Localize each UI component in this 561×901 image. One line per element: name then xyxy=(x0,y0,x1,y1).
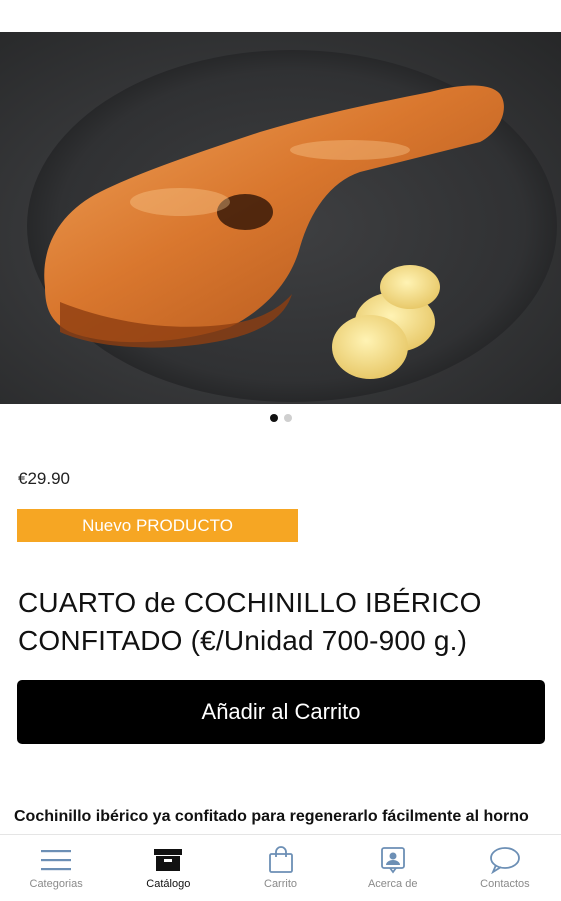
product-description: Cochinillo ibérico ya confitado para reg… xyxy=(14,808,529,825)
product-image[interactable] xyxy=(0,32,561,404)
new-product-badge: Nuevo PRODUCTO xyxy=(17,509,298,542)
chat-bubble-icon xyxy=(488,845,522,875)
add-to-cart-button[interactable]: Añadir al Carrito xyxy=(17,680,545,744)
tab-acerca-de[interactable]: Acerca de xyxy=(337,835,449,901)
product-price: €29.90 xyxy=(18,469,70,488)
tab-label: Carrito xyxy=(264,878,298,890)
tab-contactos[interactable]: Contactos xyxy=(449,835,561,901)
product-title-line: CONFITADO (€/Unidad 700-900 g.) xyxy=(18,625,468,656)
tab-label: Catálogo xyxy=(146,878,191,890)
roast-piglet-photo xyxy=(27,50,557,402)
tab-catalogo[interactable]: Catálogo xyxy=(112,835,224,901)
menu-icon xyxy=(39,845,73,875)
tab-label: Acerca de xyxy=(367,878,418,890)
product-title-line: CUARTO de COCHINILLO IBÉRICO xyxy=(18,587,482,618)
carousel-dot[interactable] xyxy=(269,414,278,422)
carousel-dot[interactable] xyxy=(283,414,292,422)
product-title: CUARTO de COCHINILLO IBÉRICO CONFITADO (… xyxy=(18,584,548,660)
contact-card-icon xyxy=(376,845,410,875)
tab-carrito[interactable]: Carrito xyxy=(224,835,336,901)
shopping-bag-icon xyxy=(264,845,298,875)
tab-categorias[interactable]: Categorias xyxy=(0,835,112,901)
bottom-tab-bar: Categorias Catálogo Carrito Acerca de Co… xyxy=(0,834,561,901)
image-carousel-indicator[interactable] xyxy=(0,414,561,422)
tab-label: Categorias xyxy=(29,878,83,890)
box-icon xyxy=(151,845,185,875)
tab-label: Contactos xyxy=(480,878,530,890)
